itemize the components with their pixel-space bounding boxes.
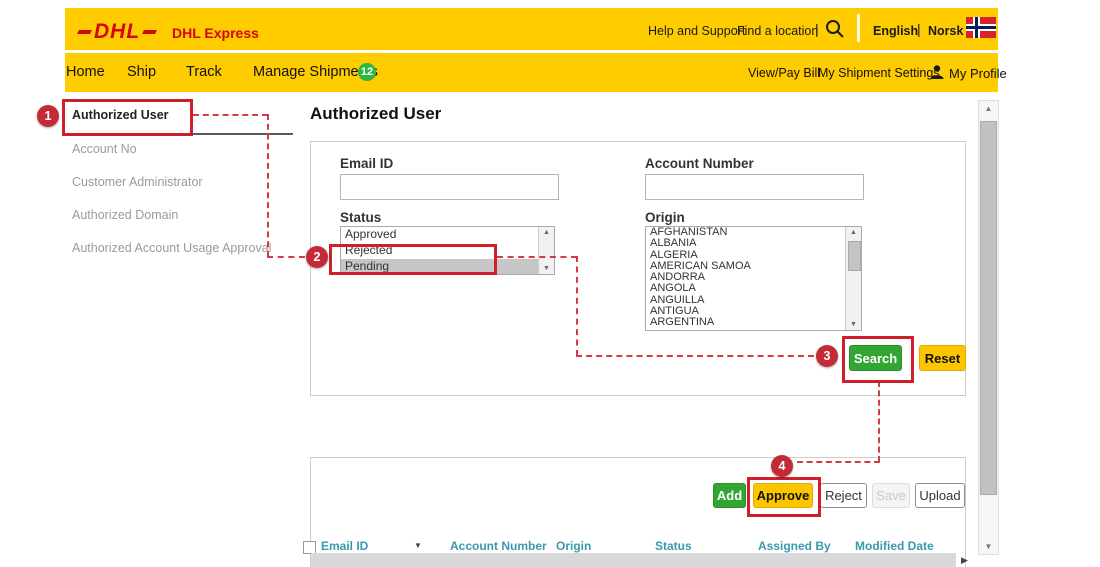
column-origin[interactable]: Origin xyxy=(556,539,591,553)
account-number-label: Account Number xyxy=(645,156,754,171)
sidebar-item-authorized-domain[interactable]: Authorized Domain xyxy=(72,208,282,222)
origin-listbox[interactable]: AFGHANISTAN ALBANIA ALGERIA AMERICAN SAM… xyxy=(645,226,862,331)
user-profile-icon xyxy=(929,64,945,80)
column-account-number[interactable]: Account Number xyxy=(450,539,547,553)
search-icon[interactable] xyxy=(824,18,846,40)
scroll-up-icon[interactable]: ▲ xyxy=(539,229,554,236)
help-and-support-link[interactable]: Help and Support xyxy=(648,24,745,38)
email-id-label: Email ID xyxy=(340,156,394,171)
status-listbox-scrollbar[interactable]: ▲ ▼ xyxy=(538,227,554,274)
annotation-connector xyxy=(497,256,577,258)
status-label: Status xyxy=(340,210,382,225)
sort-arrow-icon[interactable]: ▼ xyxy=(414,541,422,550)
annotation-connector xyxy=(267,256,305,258)
step-1-badge: 1 xyxy=(37,105,59,127)
upload-button[interactable]: Upload xyxy=(915,483,965,508)
scroll-right-icon[interactable]: ▶ xyxy=(961,555,968,566)
sidebar-item-authorized-account-usage-approval[interactable]: Authorized Account Usage Approval xyxy=(72,241,282,255)
scroll-up-icon[interactable]: ▲ xyxy=(979,104,998,113)
step-4-badge: 4 xyxy=(771,455,793,477)
annotation-connector xyxy=(576,355,814,357)
language-separator: | xyxy=(917,21,921,37)
empty-table-row xyxy=(311,553,956,567)
scroll-down-icon[interactable]: ▼ xyxy=(979,542,998,551)
annotation-connector xyxy=(878,381,880,462)
find-a-location-link[interactable]: Find a location xyxy=(737,24,818,38)
reject-button[interactable]: Reject xyxy=(820,483,867,508)
vertical-scrollbar-thumb[interactable] xyxy=(980,121,997,495)
scrollbar-thumb[interactable] xyxy=(848,241,861,271)
column-email-id[interactable]: Email ID xyxy=(321,539,368,553)
scroll-up-icon[interactable]: ▲ xyxy=(846,229,861,236)
status-option-approved[interactable]: Approved xyxy=(341,227,554,243)
step-3-badge: 3 xyxy=(816,345,838,367)
origin-option[interactable]: ALBANIA xyxy=(646,237,861,249)
header-divider xyxy=(857,14,860,42)
reset-button[interactable]: Reset xyxy=(919,345,966,371)
utility-separator: | xyxy=(815,21,819,37)
dhl-logo[interactable]: DHL xyxy=(77,20,158,44)
annotation-connector xyxy=(193,114,268,116)
nav-my-shipment-settings[interactable]: My Shipment Settings xyxy=(818,66,940,80)
language-norsk[interactable]: Norsk xyxy=(928,24,963,38)
logo-stripe-right xyxy=(142,30,158,34)
column-status[interactable]: Status xyxy=(655,539,692,553)
save-button-disabled: Save xyxy=(872,483,910,508)
annotation-box-pending xyxy=(329,244,497,275)
origin-label: Origin xyxy=(645,210,685,225)
email-id-input[interactable] xyxy=(340,174,559,200)
nav-view-pay-bill[interactable]: View/Pay Bill xyxy=(748,66,820,80)
scroll-down-icon[interactable]: ▼ xyxy=(539,265,554,272)
norway-flag-icon[interactable] xyxy=(966,17,996,38)
nav-home[interactable]: Home xyxy=(66,64,105,80)
annotation-box-search xyxy=(842,336,914,383)
brand-suffix: DHL Express xyxy=(172,25,259,41)
column-assigned-by[interactable]: Assigned By xyxy=(758,539,831,553)
add-button[interactable]: Add xyxy=(713,483,746,508)
annotation-connector xyxy=(797,461,880,463)
manage-shipments-count-badge: 12 xyxy=(358,63,376,81)
language-english[interactable]: English xyxy=(873,24,918,38)
sidebar-item-account-no[interactable]: Account No xyxy=(72,142,282,156)
column-modified-date[interactable]: Modified Date xyxy=(855,539,934,553)
sidebar-item-customer-administrator[interactable]: Customer Administrator xyxy=(72,175,282,189)
dhl-logo-text: DHL xyxy=(94,20,141,43)
origin-listbox-scrollbar[interactable]: ▲ ▼ xyxy=(845,227,861,330)
origin-option[interactable]: ARGENTINA xyxy=(646,317,861,329)
logo-stripe-left xyxy=(77,30,92,34)
annotation-connector xyxy=(267,114,269,257)
account-number-input[interactable] xyxy=(645,174,864,200)
nav-track[interactable]: Track xyxy=(186,64,222,80)
annotation-box-authorized-user xyxy=(62,99,193,136)
nav-my-profile[interactable]: My Profile xyxy=(949,66,1007,81)
scroll-down-icon[interactable]: ▼ xyxy=(846,321,861,328)
annotation-connector xyxy=(576,256,578,356)
nav-ship[interactable]: Ship xyxy=(127,64,156,80)
annotation-box-approve xyxy=(747,477,821,517)
step-2-badge: 2 xyxy=(306,246,328,268)
page-title: Authorized User xyxy=(310,104,442,123)
dhl-express-admin-page: DHL DHL Express Help and Support Find a … xyxy=(0,0,1100,567)
